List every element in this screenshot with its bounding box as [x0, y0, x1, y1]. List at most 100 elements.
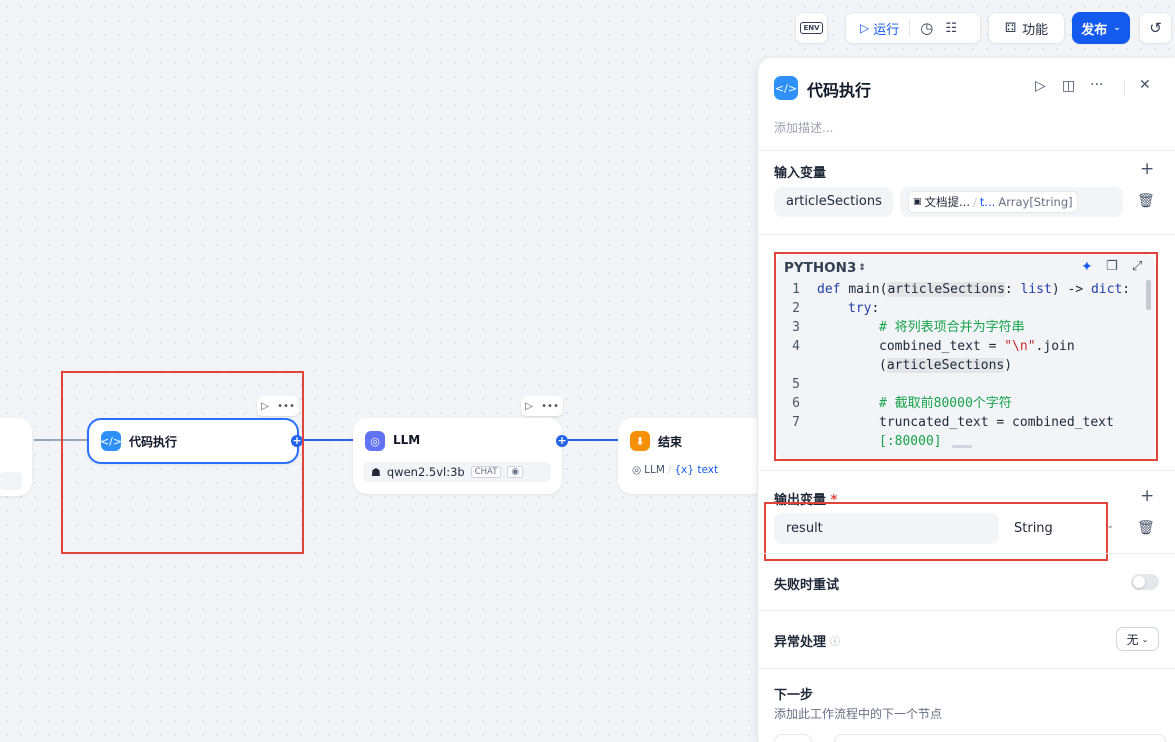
input-source-box: ▣ 文档提... / t... Array[String]	[908, 191, 1078, 213]
line-number: 5	[792, 377, 800, 392]
code-token: .join	[1035, 339, 1075, 354]
output-variables-title: 输出变量 *	[774, 489, 837, 508]
edge-llm-to-end	[568, 439, 620, 441]
env-icon: ENV	[800, 22, 823, 34]
language-select[interactable]: PYTHON3 ⇕	[784, 260, 866, 276]
input-var-name-text: articleSections	[786, 194, 882, 209]
env-button[interactable]: ENV	[795, 12, 828, 44]
llm-node-add-icon[interactable]: +	[556, 435, 568, 447]
code-token: "\n"	[1004, 339, 1036, 354]
mode-badge: CHAT	[470, 466, 502, 478]
slash-separator: /	[667, 464, 672, 476]
code-line[interactable]: 1 def main(articleSections: list) -> dict…	[784, 280, 1134, 299]
llm-node-actions[interactable]: ▷ •••	[521, 396, 563, 416]
publish-button[interactable]: 发布 ⌄	[1072, 12, 1130, 44]
divider	[909, 20, 911, 36]
code-line[interactable]: 4 combined_text = "\n".join	[784, 337, 1134, 356]
add-input-icon[interactable]: +	[1140, 159, 1154, 179]
edge-start-to-code	[34, 439, 88, 441]
code-line[interactable]: 6 # 截取前80000个字符	[784, 394, 1134, 413]
ollama-icon: ☗	[371, 465, 381, 479]
code-token: (	[879, 358, 887, 373]
code-token: articleSections	[886, 358, 1005, 373]
end-output-var: ◎ LLM / {x} text	[632, 464, 718, 476]
resize-handle[interactable]	[952, 445, 972, 448]
delete-input-icon[interactable]: 🗑	[1137, 193, 1155, 209]
output-var-name[interactable]: result	[774, 513, 999, 544]
divider	[758, 234, 1175, 235]
expand-icon[interactable]: ⤢	[1132, 259, 1142, 274]
code-content[interactable]: 1 def main(articleSections: list) -> dict…	[784, 280, 1134, 451]
code-line[interactable]: [:80000]	[784, 432, 1134, 451]
code-line[interactable]: (articleSections)	[784, 356, 1134, 375]
delete-output-icon[interactable]: 🗑	[1137, 520, 1155, 536]
run-step-icon[interactable]: ▷	[1035, 78, 1046, 94]
divider	[758, 553, 1175, 554]
code-editor[interactable]: PYTHON3 ⇕ ✦ ❐ ⤢ 1 def main(articleSection…	[776, 254, 1154, 460]
slash-separator: /	[972, 195, 977, 209]
line-number: 3	[792, 320, 800, 335]
more-icon[interactable]: •••	[277, 401, 295, 412]
input-var-source[interactable]: ▣ 文档提... / t... Array[String]	[900, 187, 1123, 217]
code-token: truncated_text = combined_text	[879, 415, 1114, 430]
code-token: articleSections	[887, 282, 1005, 297]
copy-icon[interactable]: ❐	[1106, 259, 1118, 274]
add-output-icon[interactable]: +	[1140, 486, 1154, 506]
ai-generate-icon[interactable]: ✦	[1081, 259, 1093, 275]
panel-title[interactable]: 代码执行	[807, 77, 871, 101]
features-label: 功能	[1022, 22, 1049, 38]
error-handling-title: 异常处理 ⓘ	[774, 631, 840, 650]
run-node-icon[interactable]: ▷	[261, 401, 269, 412]
code-token: :	[1122, 282, 1131, 297]
history-check-icon[interactable]: ◷	[920, 19, 933, 37]
clock-history-icon: ↺	[1149, 19, 1162, 37]
input-var-name[interactable]: articleSections	[774, 187, 893, 217]
retry-toggle[interactable]	[1131, 574, 1159, 590]
llm-node[interactable]: ◎ LLM ☗ qwen2.5vl:3b CHAT ◉	[353, 418, 562, 494]
more-icon[interactable]: •••	[541, 401, 559, 412]
help-book-icon[interactable]: ◫	[1062, 78, 1075, 94]
output-type-select[interactable]: String ⌄	[1014, 521, 1114, 536]
next-step-node-icon	[774, 734, 812, 742]
output-type-label: String	[1014, 521, 1053, 536]
run-button[interactable]: ▷ 运行	[860, 19, 899, 38]
code-text: try:	[800, 299, 879, 318]
code-text: [:80000]	[800, 432, 942, 451]
end-node-title: 结束	[658, 435, 683, 449]
code-node-actions[interactable]: ▷ •••	[257, 396, 299, 416]
error-handling-label: 异常处理	[774, 635, 827, 650]
code-line[interactable]: 5	[784, 375, 1134, 394]
divider	[758, 150, 1175, 151]
close-icon[interactable]: ✕	[1139, 77, 1151, 93]
description-input[interactable]: 添加描述...	[774, 119, 833, 136]
end-node[interactable]: ⬇ 结束 ◎ LLM / {x} text	[618, 418, 768, 494]
code-text: def main(articleSections: list) -> dict:	[800, 280, 1130, 299]
run-node-icon[interactable]: ▷	[525, 401, 533, 412]
llm-node-title: LLM	[393, 433, 421, 447]
error-handling-select[interactable]: 无 ⌄	[1116, 627, 1159, 651]
chevron-down-icon: ⌄	[1113, 23, 1121, 33]
checklist-icon[interactable]: ☷	[945, 21, 957, 36]
model-chip: ☗ qwen2.5vl:3b CHAT ◉	[363, 462, 551, 482]
edge-code-to-llm	[303, 439, 355, 441]
code-line[interactable]: 7 truncated_text = combined_text	[784, 413, 1134, 432]
divider	[758, 470, 1175, 471]
features-button[interactable]: ⚃ 功能	[988, 12, 1065, 44]
code-node[interactable]: </> 代码执行	[87, 418, 299, 464]
version-history-button[interactable]: ↺	[1139, 12, 1172, 44]
line-number: 4	[792, 339, 800, 354]
code-text: (articleSections)	[800, 356, 1012, 375]
code-node-add-icon[interactable]: +	[291, 435, 303, 447]
more-icon[interactable]: ···	[1090, 77, 1103, 93]
scrollbar-thumb[interactable]	[1146, 280, 1151, 310]
chevron-down-icon: ⌄	[1141, 634, 1149, 644]
doc-extract-icon: ▣	[913, 197, 922, 207]
code-node-title: 代码执行	[129, 435, 178, 449]
code-line[interactable]: 3 # 将列表项合并为字符串	[784, 318, 1134, 337]
llm-small-icon: ◎	[632, 464, 642, 476]
code-line[interactable]: 2 try:	[784, 299, 1134, 318]
start-node[interactable]	[0, 418, 32, 496]
next-step-add-box[interactable]	[834, 734, 1166, 742]
error-handling-value: 无	[1126, 632, 1139, 647]
help-circle-icon[interactable]: ⓘ	[830, 633, 840, 648]
